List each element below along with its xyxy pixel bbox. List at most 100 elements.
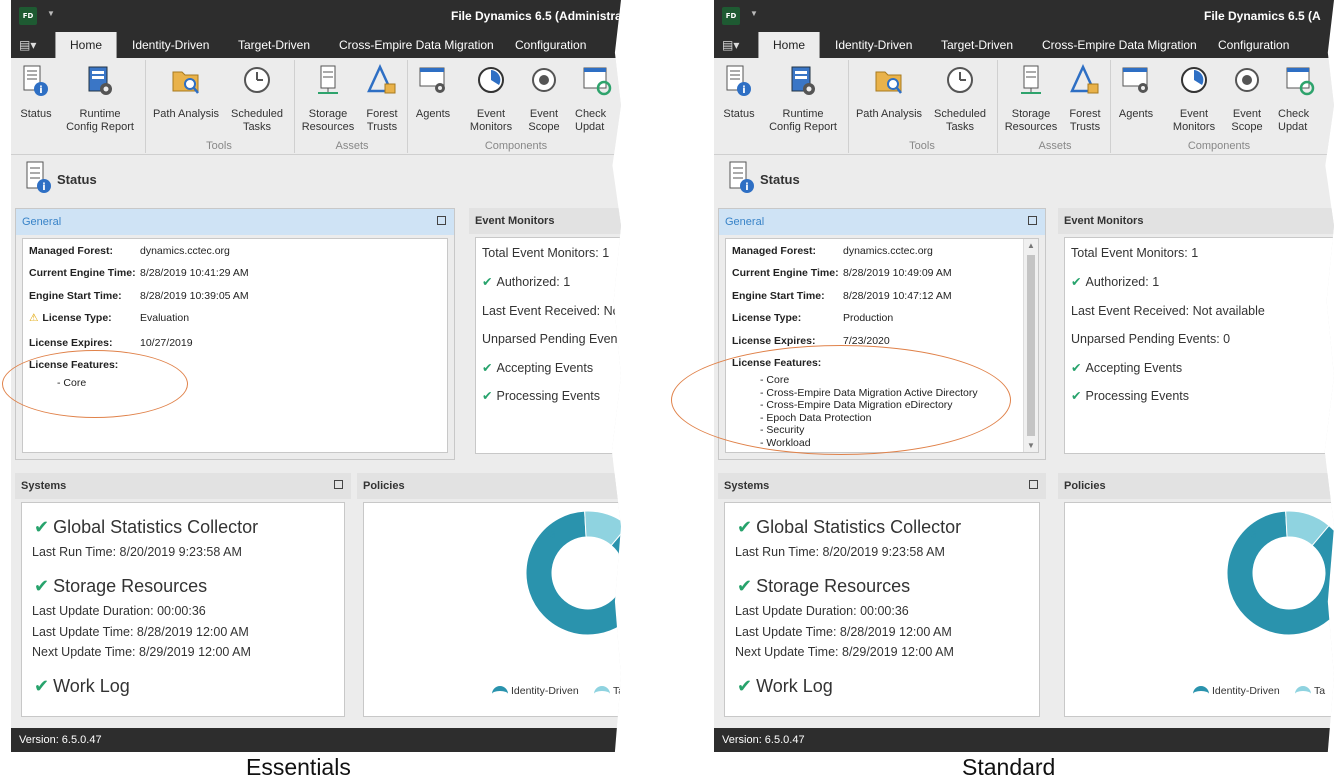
engine-start-value: 8/28/2019 10:47:12 AM bbox=[843, 290, 952, 302]
storage-resources-icon bbox=[318, 65, 338, 94]
path-analysis-button[interactable]: Path Analysis bbox=[854, 64, 924, 121]
general-scrollbar[interactable]: ▲ ▼ bbox=[1023, 239, 1038, 452]
legend-identity-driven: Identity-Driven bbox=[492, 685, 579, 697]
event-monitors-panel-title: Event Monitors bbox=[1058, 208, 1334, 234]
event-scope-label: Event Scope bbox=[528, 108, 560, 133]
agents-icon bbox=[419, 67, 445, 93]
donut-slice-1 bbox=[584, 510, 621, 547]
storage-resources-label: Storage Resources bbox=[301, 108, 355, 133]
quick-access-chevron-icon[interactable]: ▼ bbox=[47, 9, 55, 18]
tab-identity-driven[interactable]: Identity-Driven bbox=[829, 32, 918, 58]
last-update-duration: Last Update Duration: 00:00:36 bbox=[32, 604, 206, 618]
storage-resources-icon bbox=[1021, 65, 1041, 94]
forest-trusts-icon bbox=[1070, 63, 1099, 94]
tab-configuration[interactable]: Configuration bbox=[509, 32, 592, 58]
storage-resources-button[interactable]: Storage Resources bbox=[1002, 64, 1060, 134]
scroll-thumb[interactable] bbox=[1027, 255, 1035, 436]
event-monitors-button[interactable]: Event Monitors bbox=[1166, 64, 1222, 134]
storage-resources-row: ✔ Storage Resources bbox=[737, 576, 911, 597]
runtime-config-report-button[interactable]: Runtime Config Report bbox=[766, 64, 840, 134]
tab-configuration[interactable]: Configuration bbox=[1212, 32, 1295, 58]
tab-cross-empire-data-migration[interactable]: Cross-Empire Data Migration bbox=[1036, 32, 1203, 58]
check-icon: ✔ bbox=[1071, 360, 1082, 375]
scheduled-tasks-button[interactable]: Scheduled Tasks bbox=[227, 64, 287, 134]
check-icon: ✔ bbox=[34, 576, 50, 597]
check-icon: ✔ bbox=[1071, 274, 1082, 289]
status-button[interactable]: i Status bbox=[720, 64, 758, 121]
tab-home[interactable]: Home bbox=[55, 32, 117, 58]
path-analysis-button[interactable]: Path Analysis bbox=[151, 64, 221, 121]
scheduled-tasks-button[interactable]: Scheduled Tasks bbox=[930, 64, 990, 134]
check-updates-button[interactable]: Check Updat bbox=[575, 64, 615, 134]
ribbon-tabs: ▤▾ Home Identity-Driven Target-Driven Cr… bbox=[11, 32, 621, 58]
systems-panel-body: ✔ Global Statistics Collector Last Run Ti… bbox=[724, 502, 1040, 717]
ribbon-separator bbox=[848, 60, 849, 153]
scroll-up-icon[interactable]: ▲ bbox=[1027, 241, 1035, 250]
quick-access-chevron-icon[interactable]: ▼ bbox=[750, 9, 758, 18]
maximize-icon[interactable] bbox=[1028, 216, 1037, 225]
ribbon: i Status Runtime Config Report Path Anal… bbox=[714, 58, 1334, 155]
forest-trusts-button[interactable]: Forest Trusts bbox=[359, 63, 405, 134]
maximize-icon[interactable] bbox=[1029, 480, 1038, 489]
maximize-icon[interactable] bbox=[437, 216, 446, 225]
policies-panel: Policies 23 Identity-Driven Ta bbox=[1058, 473, 1334, 723]
tab-cross-empire-data-migration[interactable]: Cross-Empire Data Migration bbox=[333, 32, 500, 58]
agents-button[interactable]: Agents bbox=[411, 64, 455, 121]
policies-panel-body: 23 Identity-Driven Ta bbox=[1064, 502, 1334, 717]
agents-button[interactable]: Agents bbox=[1114, 64, 1158, 121]
file-menu-button[interactable]: ▤▾ bbox=[722, 36, 750, 54]
event-scope-button[interactable]: Event Scope bbox=[523, 64, 565, 134]
file-menu-button[interactable]: ▤▾ bbox=[19, 36, 47, 54]
tab-home[interactable]: Home bbox=[758, 32, 820, 58]
storage-resources-button[interactable]: Storage Resources bbox=[299, 64, 357, 134]
svg-text:i: i bbox=[39, 85, 42, 96]
policies-value-label: 23 bbox=[1245, 529, 1257, 541]
gsc-last-run: Last Run Time: 8/20/2019 9:23:58 AM bbox=[735, 545, 945, 559]
managed-forest-value: dynamics.cctec.org bbox=[140, 245, 230, 257]
scroll-down-icon[interactable]: ▼ bbox=[1027, 441, 1035, 450]
runtime-config-report-label: Runtime Config Report bbox=[769, 108, 837, 133]
status-icon: i bbox=[726, 65, 751, 96]
status-button[interactable]: i Status bbox=[17, 64, 55, 121]
window-title: File Dynamics 6.5 (Administra bbox=[451, 9, 621, 23]
engine-start-label: Engine Start Time: bbox=[29, 290, 122, 302]
status-icon: i bbox=[26, 161, 51, 193]
check-updates-button[interactable]: Check Updat bbox=[1278, 64, 1318, 134]
event-monitors-button[interactable]: Event Monitors bbox=[463, 64, 519, 134]
scheduled-tasks-icon bbox=[244, 67, 270, 93]
check-updates-icon bbox=[1286, 67, 1315, 96]
legend-swatch-icon bbox=[1193, 686, 1209, 694]
license-type-value: Evaluation bbox=[140, 312, 190, 324]
next-update-time: Next Update Time: 8/29/2019 12:00 AM bbox=[32, 645, 251, 659]
runtime-config-report-button[interactable]: Runtime Config Report bbox=[63, 64, 137, 134]
engine-time-label: Current Engine Time: bbox=[29, 267, 136, 279]
status-bar: Version: 6.5.0.47 bbox=[11, 728, 621, 752]
engine-time-label: Current Engine Time: bbox=[732, 267, 839, 279]
event-scope-button[interactable]: Event Scope bbox=[1226, 64, 1268, 134]
check-icon: ✔ bbox=[482, 388, 493, 403]
check-icon: ✔ bbox=[737, 517, 753, 538]
license-type-label: License Type: bbox=[42, 312, 112, 324]
tab-target-driven[interactable]: Target-Driven bbox=[935, 32, 1019, 58]
work-log-row: ✔ Work Log bbox=[34, 676, 130, 697]
event-monitors-icon bbox=[1181, 67, 1207, 93]
ribbon-separator bbox=[294, 60, 295, 153]
maximize-icon[interactable] bbox=[334, 480, 343, 489]
general-panel-body: Managed Forest: dynamics.cctec.org Curren… bbox=[22, 238, 448, 453]
app-logo: FD bbox=[722, 7, 740, 25]
ribbon-separator bbox=[997, 60, 998, 153]
legend-identity-driven: Identity-Driven bbox=[1193, 685, 1280, 697]
check-icon: ✔ bbox=[482, 274, 493, 289]
event-monitors-panel-body: Total Event Monitors: 1 ✔ Authorized: 1 L… bbox=[1064, 237, 1334, 454]
engine-start-value: 8/28/2019 10:39:05 AM bbox=[140, 290, 249, 302]
managed-forest-row: Managed Forest: dynamics.cctec.org bbox=[732, 245, 933, 257]
tab-identity-driven[interactable]: Identity-Driven bbox=[126, 32, 215, 58]
agents-icon bbox=[1122, 67, 1148, 93]
last-update-duration: Last Update Duration: 00:00:36 bbox=[735, 604, 909, 618]
svg-text:i: i bbox=[745, 182, 748, 193]
policies-panel: Policies 23 Identity-Driven Ta bbox=[357, 473, 621, 723]
forest-trusts-button[interactable]: Forest Trusts bbox=[1062, 63, 1108, 134]
check-icon: ✔ bbox=[482, 360, 493, 375]
general-panel-title: General bbox=[16, 209, 454, 235]
tab-target-driven[interactable]: Target-Driven bbox=[232, 32, 316, 58]
